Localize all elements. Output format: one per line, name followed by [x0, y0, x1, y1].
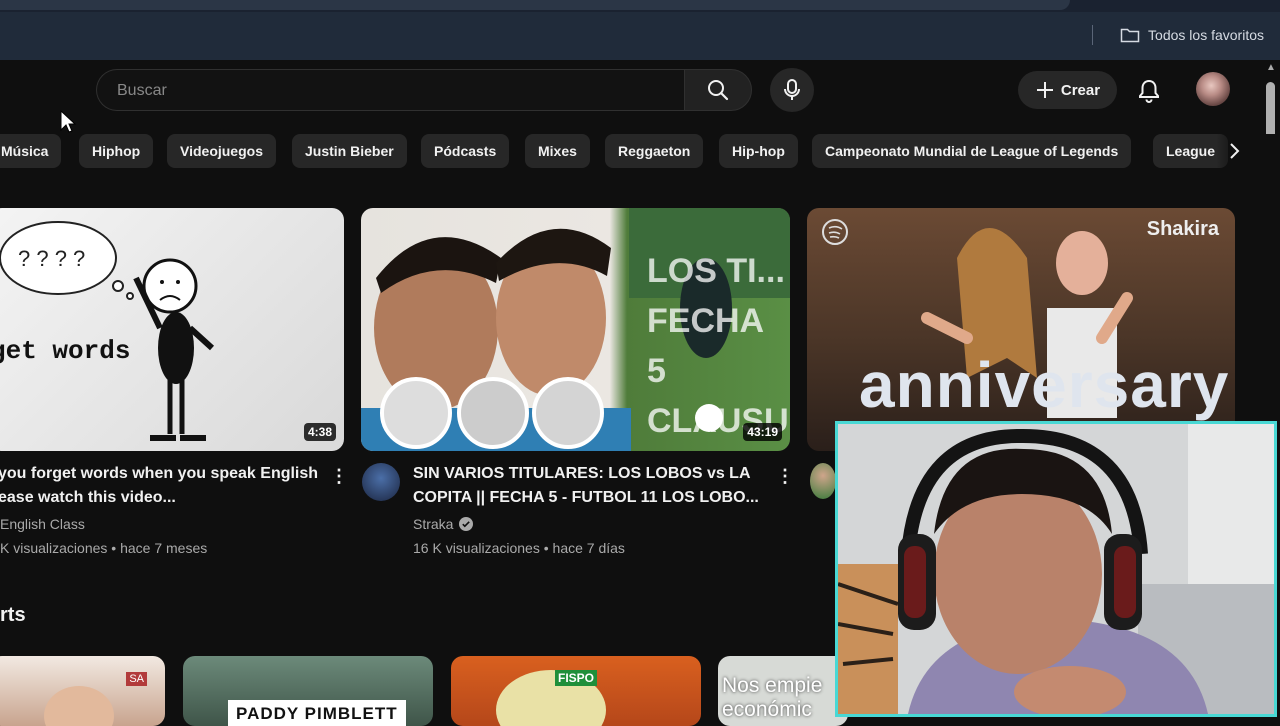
chip-mixes[interactable]: Mixes — [525, 134, 590, 168]
address-bar-edge — [0, 0, 1070, 10]
create-label: Crear — [1060, 81, 1101, 99]
bookmarks-label: Todos los favoritos — [1148, 27, 1264, 43]
chip-reggaeton[interactable]: Reggaeton — [605, 134, 704, 168]
voice-search-button[interactable] — [770, 68, 814, 112]
webcam-person-image — [838, 424, 1274, 714]
category-chips: Música Hiphop Videojuegos Justin Bieber … — [0, 134, 1230, 168]
chip-hip-hop[interactable]: Hip-hop — [719, 134, 798, 168]
video-title-line: SIN VARIOS TITULARES: LOS LOBOS vs LA — [413, 465, 751, 482]
webcam-overlay — [835, 421, 1277, 717]
video-stats: 16 K visualizaciones • hace 7 días — [413, 540, 625, 556]
channel-avatar[interactable] — [362, 463, 400, 501]
chip-podcasts[interactable]: Pódcasts — [421, 134, 510, 168]
avatar[interactable] — [1196, 72, 1230, 106]
more-actions-icon[interactable]: ⋮ — [330, 466, 348, 486]
plus-icon — [1036, 82, 1053, 98]
thumbnail-text: get words — [0, 336, 131, 366]
short-thumbnail-text: PADDY PIMBLETT — [228, 700, 406, 726]
thumbnail-text: anniversary — [859, 349, 1230, 421]
chip-lol-worlds[interactable]: Campeonato Mundial de League of Legends — [812, 134, 1132, 168]
search-box[interactable] — [96, 69, 684, 112]
video-title-line: ease watch this video... — [0, 489, 176, 506]
video-thumbnail[interactable]: ? ? ? ? get words 4:38 — [0, 208, 344, 451]
video-stats: K visualizaciones • hace 7 meses — [0, 540, 208, 556]
video-duration: 4:38 — [303, 423, 336, 441]
search-button[interactable] — [684, 69, 752, 111]
bell-icon — [1139, 79, 1159, 103]
short-thumbnail-face — [44, 686, 114, 726]
channel-name[interactable]: English Class — [0, 514, 85, 534]
verified-badge-icon — [459, 517, 474, 531]
search-icon — [708, 80, 729, 101]
notifications-button[interactable] — [1130, 72, 1168, 110]
svg-text:? ? ? ?: ? ? ? ? — [18, 246, 85, 271]
short-card[interactable]: SA — [0, 656, 165, 726]
mic-icon — [784, 79, 800, 100]
channel-row[interactable]: Straka — [413, 514, 474, 534]
mouse-cursor-icon — [60, 110, 76, 133]
thumbnail-text: LOS TI... FECHA 5 CLAUSURA — [647, 252, 790, 440]
short-thumbnail-text: Nos empie económic — [722, 674, 823, 721]
bookmarks-separator — [1092, 25, 1093, 45]
short-card[interactable]: FISPO — [451, 656, 701, 726]
chips-next-button[interactable] — [1216, 134, 1280, 168]
thumbnail-illustration: ? ? ? ? — [0, 221, 215, 441]
short-card[interactable]: PADDY PIMBLETT — [183, 656, 433, 726]
video-title[interactable]: SIN VARIOS TITULARES: LOS LOBOS vs LA CO… — [413, 462, 759, 510]
channel-avatar[interactable] — [810, 463, 836, 499]
video-title-line: you forget words when you speak English — [0, 465, 319, 482]
folder-icon — [1120, 28, 1140, 43]
short-card[interactable]: Nos empie económic — [718, 656, 848, 726]
chip-hiphop[interactable]: Hiphop — [79, 134, 154, 168]
video-title-line: COPITA || FECHA 5 - FUTBOL 11 LOS LOBO..… — [413, 489, 759, 506]
search-input[interactable] — [115, 70, 659, 112]
bookmarks-all-folder[interactable]: Todos los favoritos — [1120, 24, 1264, 46]
thumbnail-label: Shakira — [1146, 218, 1219, 240]
video-duration: 43:19 — [743, 423, 782, 441]
short-thumbnail-text: SA — [126, 672, 147, 686]
create-button[interactable]: Crear — [1018, 71, 1117, 109]
video-title[interactable]: you forget words when you speak English … — [0, 462, 318, 510]
scrollbar-up-arrow[interactable]: ▲ — [1264, 62, 1278, 76]
video-thumbnail[interactable]: LOS TI... FECHA 5 CLAUSURA 43:19 — [361, 208, 790, 451]
more-actions-icon[interactable]: ⋮ — [776, 466, 794, 486]
chip-justin-bieber[interactable]: Justin Bieber — [292, 134, 407, 168]
chevron-right-icon — [1230, 143, 1240, 159]
short-thumbnail-text: FISPO — [555, 670, 598, 686]
shorts-section-title: rts — [0, 604, 26, 626]
video-thumbnail[interactable]: Shakira anniversary — [807, 208, 1235, 451]
chip-videojuegos[interactable]: Videojuegos — [167, 134, 276, 168]
channel-name: Straka — [413, 516, 454, 532]
chip-musica[interactable]: Música — [0, 134, 62, 168]
